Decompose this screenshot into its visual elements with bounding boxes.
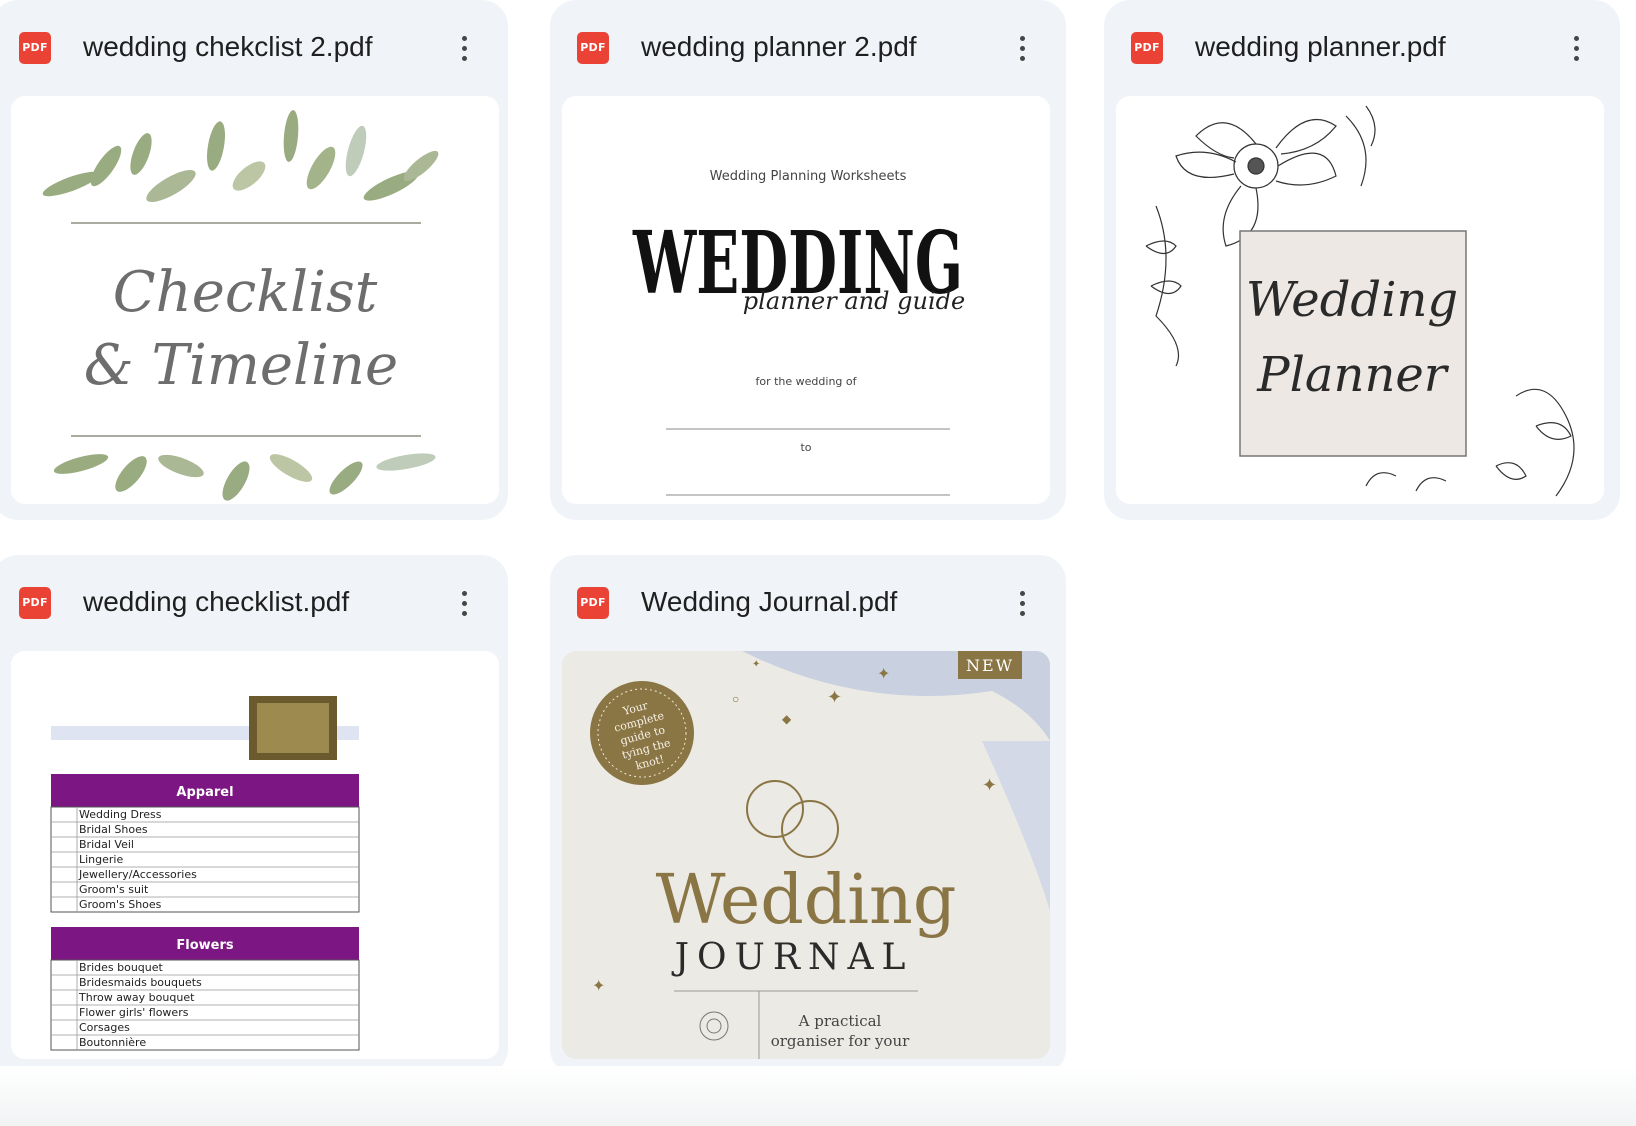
checklist-cover-art: Checklist & Timeline [42, 110, 439, 501]
svg-text:Flowers: Flowers [176, 938, 234, 953]
checklist-item: Throw away bouquet [78, 991, 195, 1004]
cover-title-line2: & Timeline [84, 333, 398, 398]
checklist-item: Groom's suit [79, 883, 149, 896]
planner-cover-art: Wedding Planning Worksheets WEDDING plan… [632, 169, 965, 496]
file-card-wedding-chekclist-2[interactable]: PDF wedding chekclist 2.pdf Checklist & … [0, 0, 508, 520]
cover-subtitle: planner and guide [743, 287, 965, 315]
pdf-file-icon: PDF [577, 587, 609, 619]
svg-text:✦: ✦ [982, 775, 997, 795]
file-card-header: PDF Wedding Journal.pdf [550, 555, 1066, 651]
checklist-item: Boutonnière [79, 1036, 146, 1049]
more-options-icon[interactable] [1558, 26, 1594, 70]
pdf-file-icon: PDF [577, 32, 609, 64]
file-thumbnail[interactable]: Wedding Planning Worksheets WEDDING plan… [562, 96, 1050, 504]
checklist-item: Flower girls' flowers [79, 1006, 189, 1019]
cover-subtitle: JOURNAL [671, 937, 914, 978]
file-card-header: PDF wedding checklist.pdf [0, 555, 508, 651]
pdf-file-icon: PDF [1131, 32, 1163, 64]
file-thumbnail[interactable]: Checklist & Timeline [11, 96, 499, 504]
cover-tagline-line2: organiser for your [771, 1032, 910, 1050]
checklist-document-art: Apparel Wedding Dress Bridal Shoes Brida… [50, 696, 360, 1051]
file-card-header: PDF wedding planner 2.pdf [550, 0, 1066, 96]
cover-title-line2: Planner [1256, 347, 1450, 403]
svg-text:✦: ✦ [877, 666, 890, 683]
journal-cover-art: NEW Your complete guide to tying the kno… [590, 651, 1050, 1059]
svg-text:Apparel: Apparel [176, 785, 233, 800]
checklist-item: Brides bouquet [79, 961, 164, 974]
pdf-file-icon: PDF [19, 587, 51, 619]
svg-text:NEW: NEW [966, 656, 1014, 675]
more-options-icon[interactable] [446, 581, 482, 625]
more-options-icon[interactable] [446, 26, 482, 70]
svg-text:✦: ✦ [827, 687, 842, 707]
cover-title: Wedding [656, 861, 957, 940]
rose-icon [699, 1011, 729, 1041]
file-thumbnail[interactable]: Apparel Wedding Dress Bridal Shoes Brida… [11, 651, 499, 1059]
bottom-fade [0, 1066, 1636, 1126]
cover-tagline-line1: A practical [798, 1012, 882, 1030]
file-card-wedding-journal[interactable]: PDF Wedding Journal.pdf NEW Your complet… [550, 555, 1066, 1075]
more-options-icon[interactable] [1004, 581, 1040, 625]
checklist-item: Lingerie [79, 853, 123, 866]
file-card-wedding-planner-2[interactable]: PDF wedding planner 2.pdf Wedding Planni… [550, 0, 1066, 520]
svg-text:✦: ✦ [592, 978, 605, 995]
floral-planner-cover-art: Wedding Planner [1145, 105, 1575, 497]
cover-title-line1: Wedding [1246, 272, 1458, 328]
file-name[interactable]: wedding checklist.pdf [83, 582, 349, 622]
file-card-wedding-planner[interactable]: PDF wedding planner.pdf Wedding Planner [1104, 0, 1620, 520]
file-thumbnail[interactable]: NEW Your complete guide to tying the kno… [562, 651, 1050, 1059]
svg-text:✦: ✦ [752, 659, 760, 670]
cover-line1: for the wedding of [755, 375, 857, 388]
checklist-item: Corsages [79, 1021, 130, 1034]
pdf-file-icon: PDF [19, 32, 51, 64]
eucalyptus-leaves-top [42, 110, 439, 203]
file-name[interactable]: wedding planner.pdf [1195, 27, 1446, 67]
checklist-item: Bridesmaids bouquets [79, 976, 202, 989]
file-name[interactable]: wedding chekclist 2.pdf [83, 27, 373, 67]
eucalyptus-leaves-bottom [53, 453, 436, 501]
checklist-item: Wedding Dress [79, 808, 162, 821]
cover-line2: to [800, 441, 811, 454]
file-thumbnail[interactable]: Wedding Planner [1116, 96, 1604, 504]
checklist-item: Bridal Veil [79, 838, 134, 851]
file-name[interactable]: Wedding Journal.pdf [641, 582, 897, 622]
wedding-rings-icon [746, 780, 839, 858]
checklist-item: Groom's Shoes [79, 898, 162, 911]
file-name[interactable]: wedding planner 2.pdf [641, 27, 917, 67]
title-panel [1239, 230, 1467, 457]
file-card-header: PDF wedding chekclist 2.pdf [0, 0, 508, 96]
cover-kicker: Wedding Planning Worksheets [710, 169, 907, 184]
file-card-header: PDF wedding planner.pdf [1104, 0, 1620, 96]
checklist-item: Jewellery/Accessories [78, 868, 197, 881]
file-card-wedding-checklist[interactable]: PDF wedding checklist.pdf Apparel Weddin… [0, 555, 508, 1075]
more-options-icon[interactable] [1004, 26, 1040, 70]
svg-text:○: ○ [732, 692, 739, 706]
cover-title-line1: Checklist [113, 260, 378, 325]
svg-text:◆: ◆ [782, 712, 792, 726]
checklist-item: Bridal Shoes [79, 823, 148, 836]
